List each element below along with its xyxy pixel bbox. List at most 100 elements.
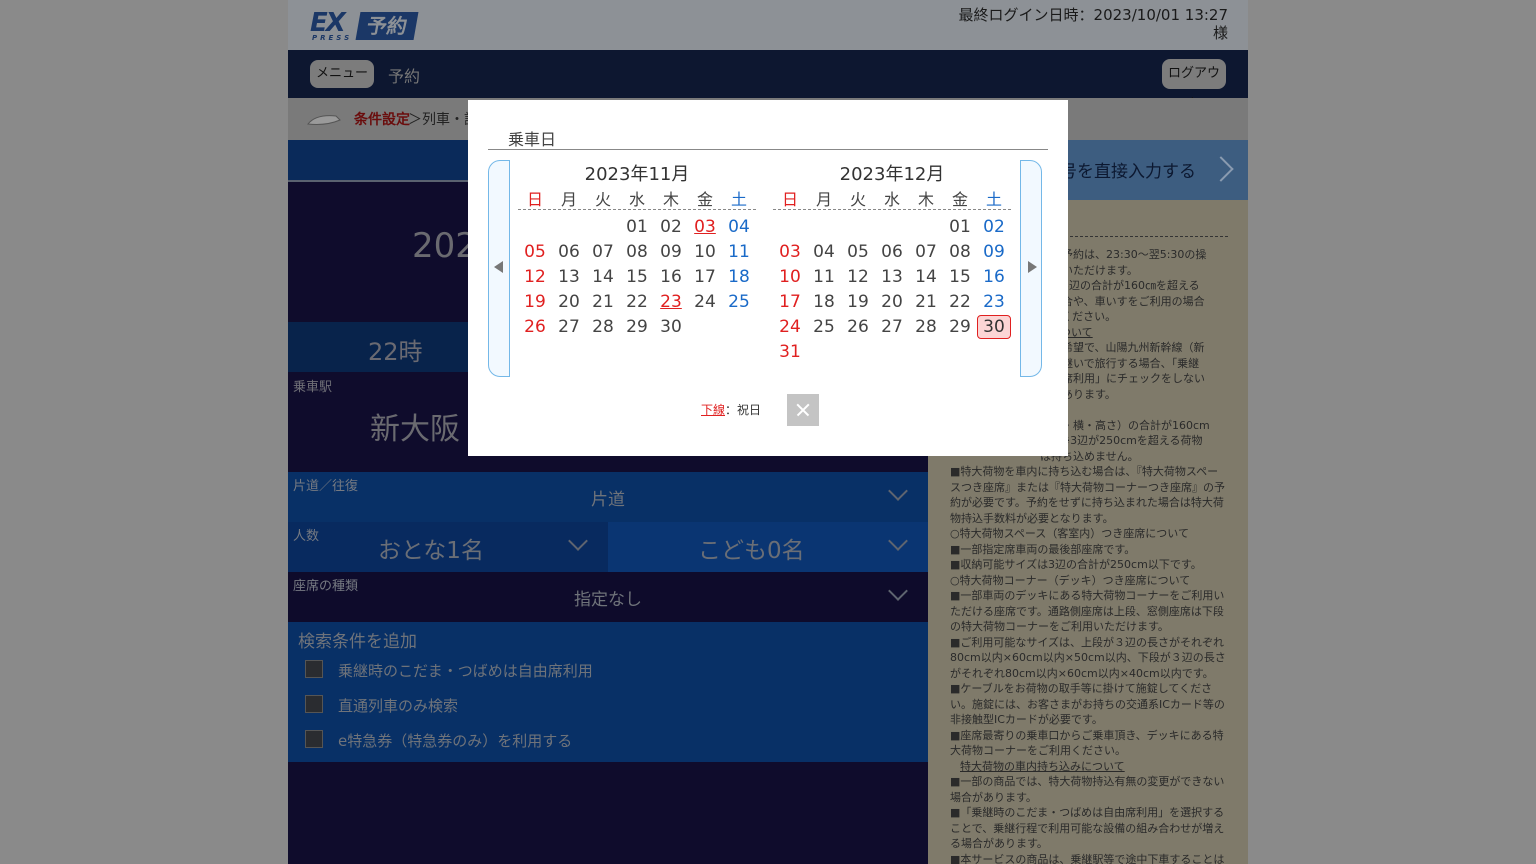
- calendar-day[interactable]: 18: [807, 290, 841, 315]
- calendar-day[interactable]: 11: [722, 240, 756, 265]
- calendar-day[interactable]: 12: [518, 265, 552, 290]
- trip-type-select[interactable]: 片道／往復 片道: [288, 472, 928, 522]
- note-line: ■「乗継時のこだま・つばめは自由席利用」を選択することで、乗継行程で利用可能な設…: [950, 806, 1225, 850]
- calendar-day[interactable]: 29: [943, 315, 977, 340]
- note-line: ○特大荷物コーナー（デッキ）つき座席について: [950, 573, 1191, 587]
- weekday-header: 木: [917, 190, 934, 209]
- weekday-header: 木: [662, 190, 679, 209]
- note-link[interactable]: 特大荷物の車内持ち込みについて: [950, 759, 1228, 775]
- calendar-day[interactable]: 06: [875, 240, 909, 265]
- calendar-day[interactable]: 10: [688, 240, 722, 265]
- logout-button[interactable]: ログアウト: [1162, 59, 1226, 111]
- calendar-day[interactable]: 28: [909, 315, 943, 340]
- calendar-day[interactable]: 27: [552, 315, 586, 340]
- note-line: ■一部指定席車両の最後部座席です。: [950, 542, 1136, 556]
- passenger-count-label: 人数: [293, 529, 320, 544]
- child-count-select[interactable]: こども0名: [608, 522, 928, 572]
- calendar-day[interactable]: 12: [841, 265, 875, 290]
- checkbox-box[interactable]: [305, 730, 323, 748]
- calendar-day[interactable]: 15: [943, 265, 977, 290]
- calendar-day[interactable]: 17: [773, 290, 807, 315]
- month-title: 2023年12月: [839, 164, 945, 185]
- calendar-day[interactable]: 14: [909, 265, 943, 290]
- note-line: ■一部車両のデッキにある特大荷物コーナーをご利用いただける座席です。通路側座席は…: [950, 589, 1225, 633]
- checkbox-label: 乗継時のこだま・つばめは自由席利用: [338, 662, 593, 680]
- close-icon[interactable]: [787, 394, 819, 426]
- weekday-header: 日: [526, 190, 543, 209]
- calendar-day[interactable]: 28: [586, 315, 620, 340]
- calendar-day[interactable]: 16: [977, 265, 1011, 290]
- dialog-title: 乗車日: [508, 130, 557, 149]
- checkbox-box[interactable]: [305, 660, 323, 678]
- calendar-day[interactable]: 04: [807, 240, 841, 265]
- calendar-day[interactable]: 11: [807, 265, 841, 290]
- calendar-day[interactable]: 25: [722, 290, 756, 315]
- calendar-day[interactable]: 22: [943, 290, 977, 315]
- calendar-day[interactable]: 04: [722, 215, 756, 240]
- additional-conditions-title: 検索条件を追加: [298, 632, 417, 652]
- calendar-day[interactable]: 02: [977, 215, 1011, 240]
- calendar-day[interactable]: 18: [722, 265, 756, 290]
- departure-station-field[interactable]: 新大阪: [370, 404, 460, 448]
- nav-current-label: 予約: [388, 67, 421, 86]
- menu-button[interactable]: メニュー: [310, 60, 374, 88]
- calendar-day[interactable]: 07: [586, 240, 620, 265]
- seat-type-select[interactable]: 座席の種類 指定なし: [288, 572, 928, 622]
- calendar-day[interactable]: 26: [518, 315, 552, 340]
- calendar-day[interactable]: 19: [518, 290, 552, 315]
- calendar-day[interactable]: 13: [552, 265, 586, 290]
- calendar-day[interactable]: 24: [688, 290, 722, 315]
- calendar-day[interactable]: 24: [773, 315, 807, 340]
- note-line: ○特大荷物スペース（客室内）つき座席について: [950, 527, 1189, 540]
- calendar-day[interactable]: 05: [841, 240, 875, 265]
- month-title: 2023年11月: [584, 164, 690, 185]
- calendar-day[interactable]: 13: [875, 265, 909, 290]
- child-count-value: こども0名: [698, 538, 805, 564]
- calendar-day[interactable]: 03: [773, 240, 807, 265]
- calendar-day[interactable]: 30: [654, 315, 688, 340]
- logo-yoyaku: 予約: [355, 12, 419, 40]
- chevron-right-icon: [1208, 156, 1234, 182]
- calendar-day[interactable]: 19: [841, 290, 875, 315]
- calendar-day[interactable]: 14: [586, 265, 620, 290]
- ex-yoyaku-logo[interactable]: EX 予約 PRESS: [310, 8, 419, 42]
- calendar-day-selected[interactable]: 30: [977, 315, 1011, 339]
- calendar-day[interactable]: 29: [620, 315, 654, 340]
- calendar-day[interactable]: 02: [654, 215, 688, 240]
- calendar-day[interactable]: 20: [875, 290, 909, 315]
- calendar-day[interactable]: 01: [620, 215, 654, 240]
- calendar-day[interactable]: 22: [620, 290, 654, 315]
- breadcrumb-step-conditions[interactable]: 条件設定: [354, 109, 410, 129]
- calendar-day[interactable]: 23: [654, 290, 688, 315]
- calendar-day[interactable]: 09: [977, 240, 1011, 265]
- calendar-day[interactable]: 17: [688, 265, 722, 290]
- calendar-day[interactable]: 06: [552, 240, 586, 265]
- weekday-header: 月: [560, 190, 577, 209]
- chevron-down-icon: [568, 531, 588, 551]
- calendar-day[interactable]: 20: [552, 290, 586, 315]
- calendar-day[interactable]: 26: [841, 315, 875, 340]
- calendar-day[interactable]: 21: [586, 290, 620, 315]
- calendar-day[interactable]: 23: [977, 290, 1011, 315]
- calendar-day[interactable]: 09: [654, 240, 688, 265]
- checkbox-box[interactable]: [305, 695, 323, 713]
- next-month-button[interactable]: [1020, 160, 1042, 377]
- calendar-day[interactable]: 07: [909, 240, 943, 265]
- calendar-day[interactable]: 08: [620, 240, 654, 265]
- calendar-day[interactable]: 15: [620, 265, 654, 290]
- weekday-header: 土: [730, 190, 747, 209]
- shinkansen-icon: [307, 115, 341, 125]
- calendar-day[interactable]: 27: [875, 315, 909, 340]
- calendar-day[interactable]: 10: [773, 265, 807, 290]
- calendar-day[interactable]: 08: [943, 240, 977, 265]
- calendar-day[interactable]: 03: [688, 215, 722, 240]
- adult-count-select[interactable]: 人数 おとな1名: [288, 522, 608, 572]
- calendar-day[interactable]: 21: [909, 290, 943, 315]
- calendar-day[interactable]: 01: [943, 215, 977, 240]
- calendar-day[interactable]: 25: [807, 315, 841, 340]
- weekday-header: 金: [951, 190, 968, 209]
- calendar-day[interactable]: 31: [773, 340, 807, 365]
- prev-month-button[interactable]: [488, 160, 510, 377]
- calendar-day[interactable]: 05: [518, 240, 552, 265]
- calendar-day[interactable]: 16: [654, 265, 688, 290]
